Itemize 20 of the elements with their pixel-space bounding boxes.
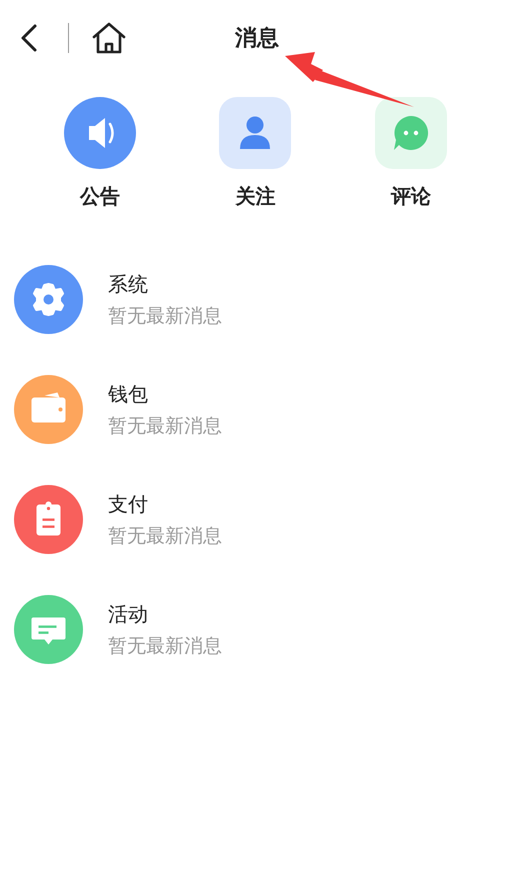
message-preview: 暂无最新消息	[108, 524, 222, 548]
shortcut-label[interactable]: 评论	[391, 183, 432, 209]
shortcut-label[interactable]: 公告	[80, 183, 120, 209]
chat-icon[interactable]	[375, 97, 448, 169]
person-icon[interactable]	[219, 97, 292, 169]
shortcut-label[interactable]: 关注	[235, 183, 276, 209]
gear-icon[interactable]	[14, 265, 83, 334]
speaker-icon[interactable]	[64, 97, 136, 169]
message-title[interactable]: 支付	[108, 490, 222, 516]
message-title[interactable]: 钱包	[108, 380, 222, 406]
message-preview: 暂无最新消息	[108, 634, 222, 658]
page-title: 消息	[235, 25, 279, 53]
home-icon[interactable]	[91, 21, 127, 55]
message-title[interactable]: 活动	[108, 600, 222, 626]
message-preview: 暂无最新消息	[108, 414, 222, 438]
clipboard-icon[interactable]	[14, 485, 83, 554]
message-preview: 暂无最新消息	[108, 304, 222, 328]
message-icon[interactable]	[14, 595, 83, 664]
message-title[interactable]: 系统	[108, 270, 222, 296]
wallet-icon[interactable]	[14, 375, 83, 444]
